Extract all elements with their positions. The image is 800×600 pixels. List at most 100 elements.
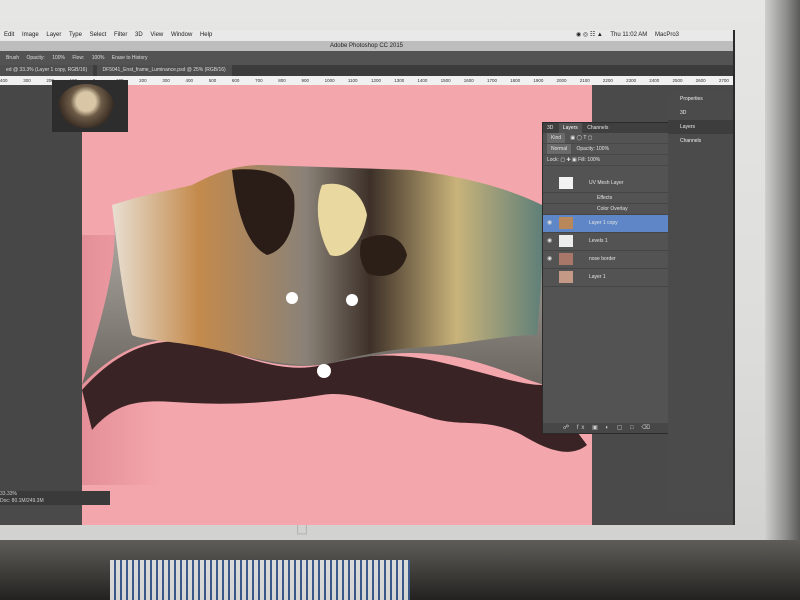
document-canvas[interactable] — [82, 85, 592, 525]
ruler-tick-label: 1300 — [394, 78, 405, 83]
tab-channels[interactable]: Channels — [583, 123, 612, 133]
ruler-tick-label: 1100 — [347, 78, 358, 83]
mac-menubar: Edit Image Layer Type Select Filter 3D V… — [0, 30, 733, 41]
layer-effects-row[interactable]: Effects — [543, 193, 669, 204]
layer-opacity-label: Opacity: — [576, 146, 595, 152]
ruler-tick-label: 1600 — [463, 78, 474, 83]
ruler-tick-label: 2400 — [649, 78, 660, 83]
document-tab-active[interactable]: ed @ 33.3% (Layer 1 copy, RGB/16) — [0, 65, 94, 76]
tool-preset-label[interactable]: Brush — [6, 55, 19, 61]
ruler-tick-label: 400 — [185, 78, 194, 83]
warped-dog-image — [82, 165, 587, 452]
filter-icons[interactable]: ▣ ◯ T ▢ — [570, 135, 592, 141]
navigator-thumbnail[interactable] — [52, 80, 128, 132]
eye-icon[interactable]: ◉ — [547, 251, 557, 268]
erase-to-history-checkbox[interactable]: Erase to History — [112, 55, 148, 61]
keyboard — [110, 560, 410, 600]
adjacent-monitor-edge — [765, 0, 800, 600]
blend-mode-select[interactable]: Normal — [547, 144, 572, 154]
zoom-readout[interactable]: 33.33% — [0, 491, 110, 498]
menu-view[interactable]: View — [150, 32, 163, 38]
lock-icons[interactable]: ▢ ✚ ▣ — [560, 157, 576, 163]
flow-label: Flow: — [72, 55, 85, 61]
ruler-tick-label: 400 — [0, 78, 8, 83]
layer-name: nose border — [589, 256, 616, 262]
layer-thumbnail — [559, 253, 573, 265]
dock-channels[interactable]: Channels — [668, 134, 733, 148]
menu-help[interactable]: Help — [200, 32, 212, 38]
status-icons[interactable]: ◉ ◎ ☷ ▲ — [576, 32, 603, 38]
lock-row: Lock: ▢ ✚ ▣ Fill: 100% — [543, 155, 669, 166]
layer-name: Layer 1 — [589, 274, 606, 280]
ruler-tick-label: 2500 — [672, 78, 683, 83]
doc-size-readout: Doc: 80.1M/249.3M — [0, 498, 44, 504]
layer-thumbnail — [559, 217, 573, 229]
ruler-tick-label: 2600 — [695, 78, 706, 83]
ruler-tick-label: 2100 — [579, 78, 590, 83]
eye-highlight-left — [286, 292, 298, 304]
lock-label: Lock: — [547, 157, 559, 163]
tab-3d[interactable]: 3D — [543, 123, 557, 133]
menu-edit[interactable]: Edit — [4, 32, 14, 38]
panel-tabs: 3D Layers Channels — [543, 123, 669, 133]
panel-footer-icons[interactable]: ☍ fx ▣ ◐ ▢ □ ⌫ — [543, 423, 669, 433]
eye-highlight-right — [346, 294, 358, 306]
menubar-user[interactable]: MacPro3 — [655, 32, 679, 38]
ruler-tick-label: 1800 — [510, 78, 521, 83]
document-tabs: ed @ 33.3% (Layer 1 copy, RGB/16) DF5041… — [0, 65, 733, 76]
layer-row-layer-1-copy[interactable]: ◉ Layer 1 copy — [543, 215, 669, 233]
ruler-tick-label: 900 — [301, 78, 309, 83]
kind-filter-select[interactable]: Kind — [547, 133, 566, 143]
flow-field[interactable]: 100% — [92, 55, 105, 61]
fill-field[interactable]: 100% — [587, 157, 600, 163]
tab-layers[interactable]: Layers — [558, 123, 582, 133]
opacity-label: Opacity: — [26, 55, 45, 61]
ruler-tick-label: 1500 — [440, 78, 451, 83]
ruler-tick-label: 2700 — [718, 78, 729, 83]
menu-window[interactable]: Window — [171, 32, 192, 38]
menu-type[interactable]: Type — [69, 32, 82, 38]
ruler-tick-label: 500 — [208, 78, 217, 83]
ruler-tick-label: 1900 — [533, 78, 544, 83]
layer-row-levels-1[interactable]: ◉ Levels 1 — [543, 233, 669, 251]
layer-row-uv-mesh[interactable]: UV Mesh Layer — [543, 175, 669, 193]
dock-layers[interactable]: Layers — [668, 120, 733, 134]
ruler-tick-label: 1700 — [486, 78, 497, 83]
dog-thumbnail — [58, 84, 114, 128]
layer-name: Levels 1 — [589, 238, 608, 244]
layer-name: UV Mesh Layer — [589, 180, 624, 186]
options-bar: Brush Opacity: 100% Flow: 100% Erase to … — [0, 51, 733, 65]
ruler-tick-label: 300 — [23, 78, 31, 83]
eye-icon[interactable]: ◉ — [547, 233, 557, 250]
ruler-tick-label: 1000 — [324, 78, 335, 83]
menu-select[interactable]: Select — [90, 32, 107, 38]
menu-layer[interactable]: Layer — [46, 32, 61, 38]
layer-opacity-field[interactable]: 100% — [596, 146, 609, 152]
ruler-tick-label: 700 — [255, 78, 263, 83]
ruler-tick-label: 2200 — [602, 78, 613, 83]
menu-image[interactable]: Image — [22, 32, 39, 38]
dock-3d[interactable]: 3D — [668, 106, 733, 120]
layer-row-nose-border[interactable]: ◉ nose border — [543, 251, 669, 269]
layer-effect-color-overlay[interactable]: Color Overlay — [543, 204, 669, 215]
layer-row-layer-1[interactable]: Layer 1 — [543, 269, 669, 287]
eye-icon[interactable]: ◉ — [547, 215, 557, 232]
ruler-tick-label: 2000 — [556, 78, 567, 83]
opacity-field[interactable]: 100% — [52, 55, 65, 61]
menu-3d[interactable]: 3D — [135, 32, 143, 38]
menubar-clock[interactable]: Thu 11:02 AM — [610, 32, 647, 38]
ruler-tick-label: 600 — [231, 78, 240, 83]
menu-filter[interactable]: Filter — [114, 32, 127, 38]
effects-label: Effects — [597, 195, 613, 201]
ruler-tick-label: 2300 — [626, 78, 637, 83]
dock-properties[interactable]: Properties — [668, 92, 733, 106]
status-bar: 33.33% Doc: 80.1M/249.3M — [0, 491, 110, 505]
ruler-tick-label: 1200 — [371, 78, 382, 83]
fill-label: Fill: — [578, 157, 586, 163]
collapsed-panel-dock: Properties 3D Layers Channels — [668, 92, 733, 512]
document-tab[interactable]: DF5041_Enst_frame_Luminance.psd @ 25% (R… — [96, 65, 232, 76]
window-title: Adobe Photoshop CC 2015 — [0, 41, 733, 51]
ruler-tick-label: 300 — [162, 78, 170, 83]
workspace-left — [0, 85, 82, 505]
nose-highlight — [317, 364, 331, 378]
